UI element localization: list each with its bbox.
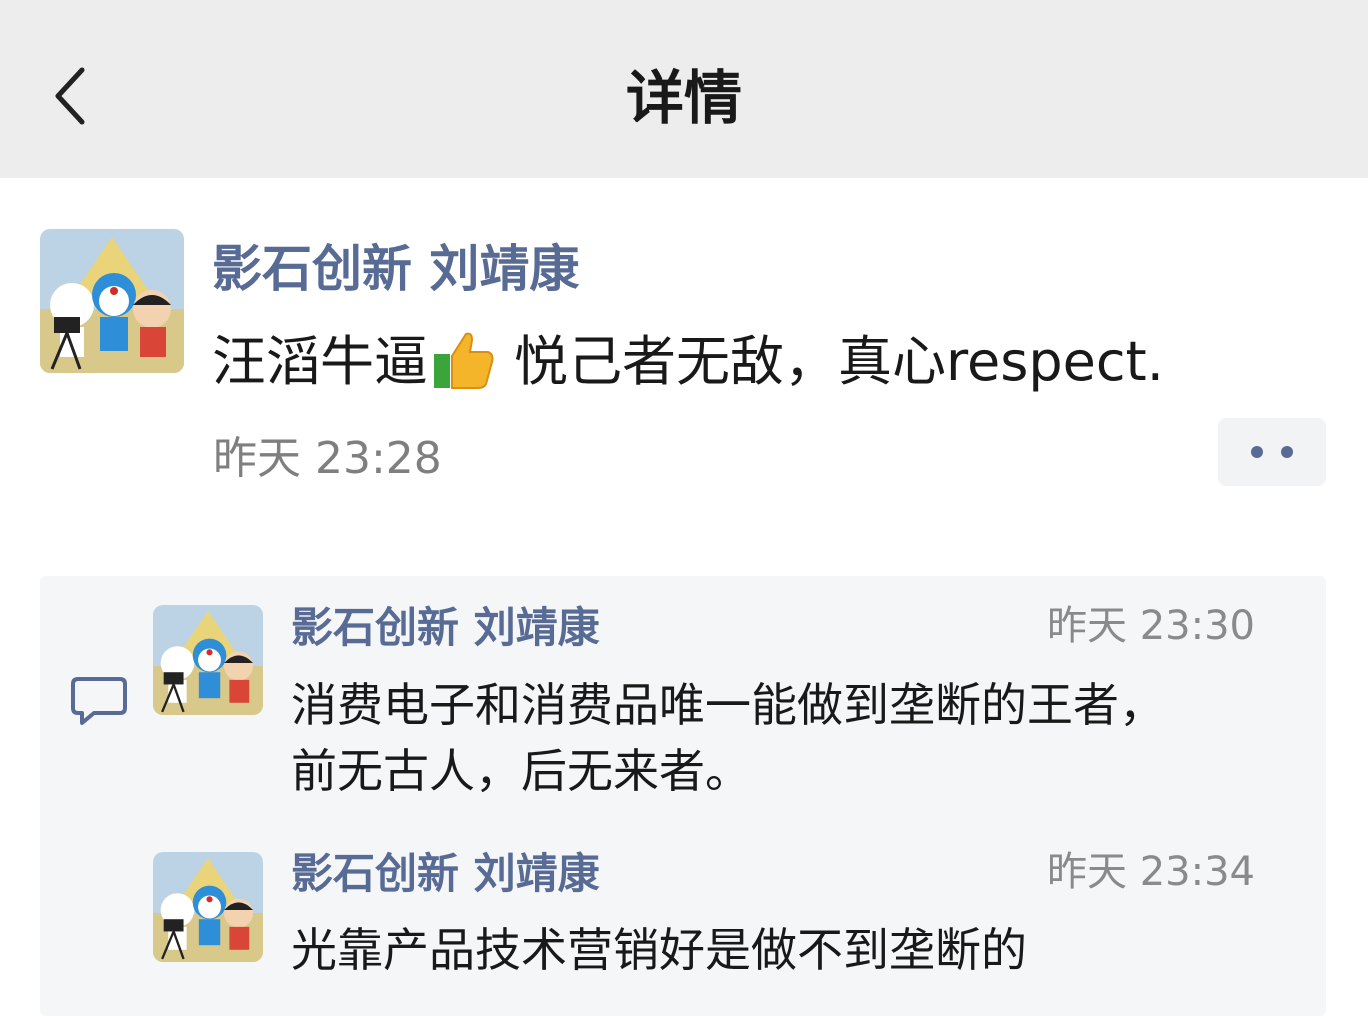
comment-text-line: 光靠产品技术营销好是做不到垄断的 (291, 923, 1027, 977)
comment-author-name[interactable]: 影石创新 刘靖康 (291, 601, 600, 655)
comment-text-line: 消费电子和消费品唯一能做到垄断的王者， (291, 678, 1165, 732)
thumbs-up-emoji-icon (432, 330, 494, 390)
avatar[interactable] (40, 229, 184, 373)
comment-text[interactable]: 消费电子和消费品唯一能做到垄断的王者， 前无古人，后无来者。 (291, 672, 1165, 804)
comment-avatar[interactable] (153, 852, 263, 962)
post-text-part1: 汪滔牛逼 (212, 330, 428, 393)
comment-text[interactable]: 光靠产品技术营销好是做不到垄断的 (291, 917, 1027, 983)
comment-timestamp: 昨天 23:34 (1047, 849, 1255, 895)
more-actions-button[interactable] (1218, 418, 1326, 486)
post-text-part2: 悦己者无敌，真心respect. (514, 330, 1164, 393)
dot-icon (1281, 446, 1293, 458)
comment-text-line: 前无古人，后无来者。 (291, 744, 751, 798)
comment-avatar[interactable] (153, 605, 263, 715)
comment-bubble-icon (71, 677, 127, 725)
page-title: 详情 (625, 64, 742, 132)
comment-author-name[interactable]: 影石创新 刘靖康 (291, 847, 600, 901)
comment-timestamp: 昨天 23:30 (1047, 603, 1255, 649)
post-timestamp: 昨天 23:28 (213, 433, 442, 484)
header-bar: 详情 (0, 0, 1368, 178)
dot-icon (1251, 446, 1263, 458)
post-author-name[interactable]: 影石创新 刘靖康 (212, 236, 579, 302)
post-content: 汪滔牛逼 悦己者无敌，真心respect. (212, 326, 1164, 398)
